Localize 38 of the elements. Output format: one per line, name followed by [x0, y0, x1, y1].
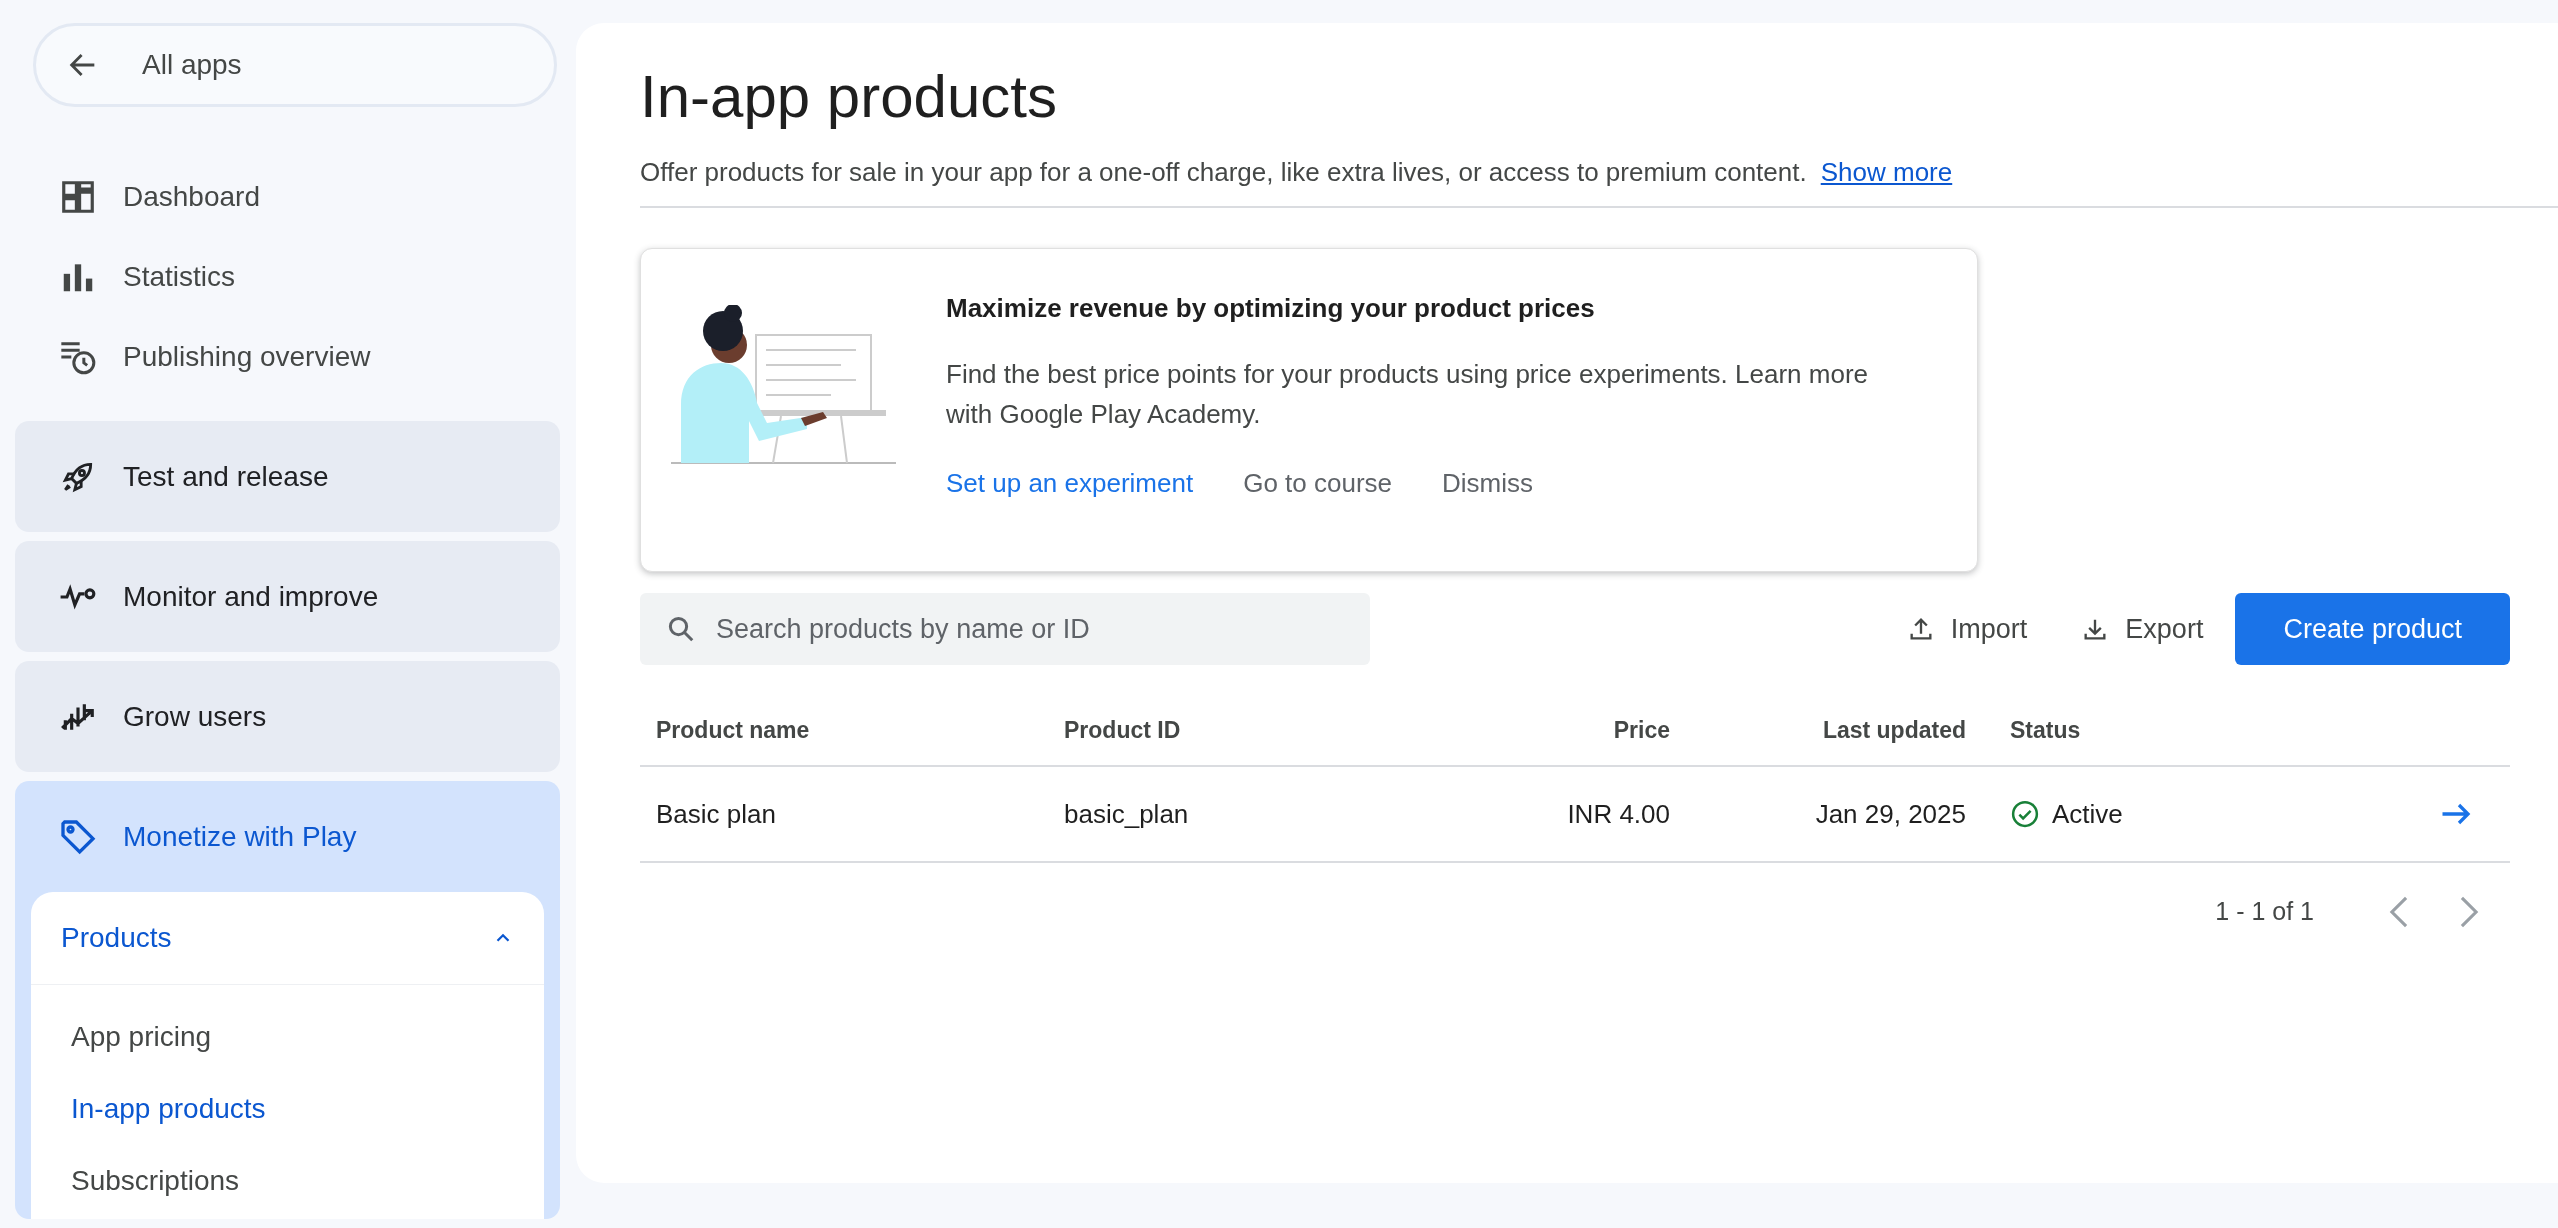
- dashboard-icon: [59, 178, 97, 216]
- nav-link[interactable]: Dashboard: [15, 157, 560, 237]
- create-product-button[interactable]: Create product: [2235, 593, 2510, 665]
- submenu-item[interactable]: App pricing: [31, 1001, 544, 1073]
- promo-text: Find the best price points for your products using price experiments. Learn more with Google Play Academy.: [946, 358, 1869, 431]
- chevron-left-icon[interactable]: [2388, 895, 2410, 929]
- promo-action-link[interactable]: Dismiss: [1442, 464, 1533, 503]
- table-cell-text: basic_plan: [1064, 797, 1190, 831]
- promo-action-link[interactable]: Go to course: [1243, 464, 1392, 503]
- promo-action-link[interactable]: Set up an experiment: [946, 464, 1194, 503]
- import-button[interactable]: Import: [1906, 608, 2028, 650]
- show-more-link[interactable]: Show more: [1820, 153, 1953, 192]
- column-header: Last updated: [1821, 715, 1966, 745]
- search-field[interactable]: Search products by name or ID: [640, 593, 1370, 665]
- column-header: Product ID: [1064, 715, 1182, 745]
- promo-title: Maximize revenue by optimizing your product prices: [946, 292, 1596, 325]
- table-cell-text: Jan 29, 2025: [1814, 797, 1966, 831]
- pagination-range: 1 - 1 of 1: [2215, 896, 2314, 928]
- nav-link[interactable]: Statistics: [15, 237, 560, 317]
- nav-section-header[interactable]: Grow users: [15, 661, 560, 772]
- export-button[interactable]: Export: [2081, 608, 2204, 650]
- table-cell-text: INR 4.00: [1566, 797, 1670, 831]
- table-cell-text: Basic plan: [655, 797, 777, 831]
- column-header: Price: [1612, 715, 1670, 745]
- nav-section-header[interactable]: Monetize with Play: [15, 781, 560, 892]
- column-header: Product name: [655, 715, 811, 745]
- column-header: Status: [2009, 715, 2082, 745]
- nav-section-header[interactable]: Test and release: [15, 421, 560, 532]
- status-text: Active: [2052, 797, 2123, 831]
- nav-link[interactable]: Publishing overview: [15, 317, 560, 397]
- chevron-right-icon[interactable]: [2458, 895, 2480, 929]
- submenu-group[interactable]: Products: [31, 892, 544, 985]
- submenu-item[interactable]: In-app products: [31, 1073, 544, 1145]
- page-subtitle: Offer products for sale in your app for a one-off charge, like extra lives, or access to premium content.: [640, 156, 1807, 189]
- nav-section-header[interactable]: Monitor and improve: [15, 541, 560, 652]
- submenu-item[interactable]: Subscriptions: [31, 1145, 544, 1217]
- page-title: In-app products: [640, 62, 1057, 132]
- back-button[interactable]: All apps: [33, 23, 557, 107]
